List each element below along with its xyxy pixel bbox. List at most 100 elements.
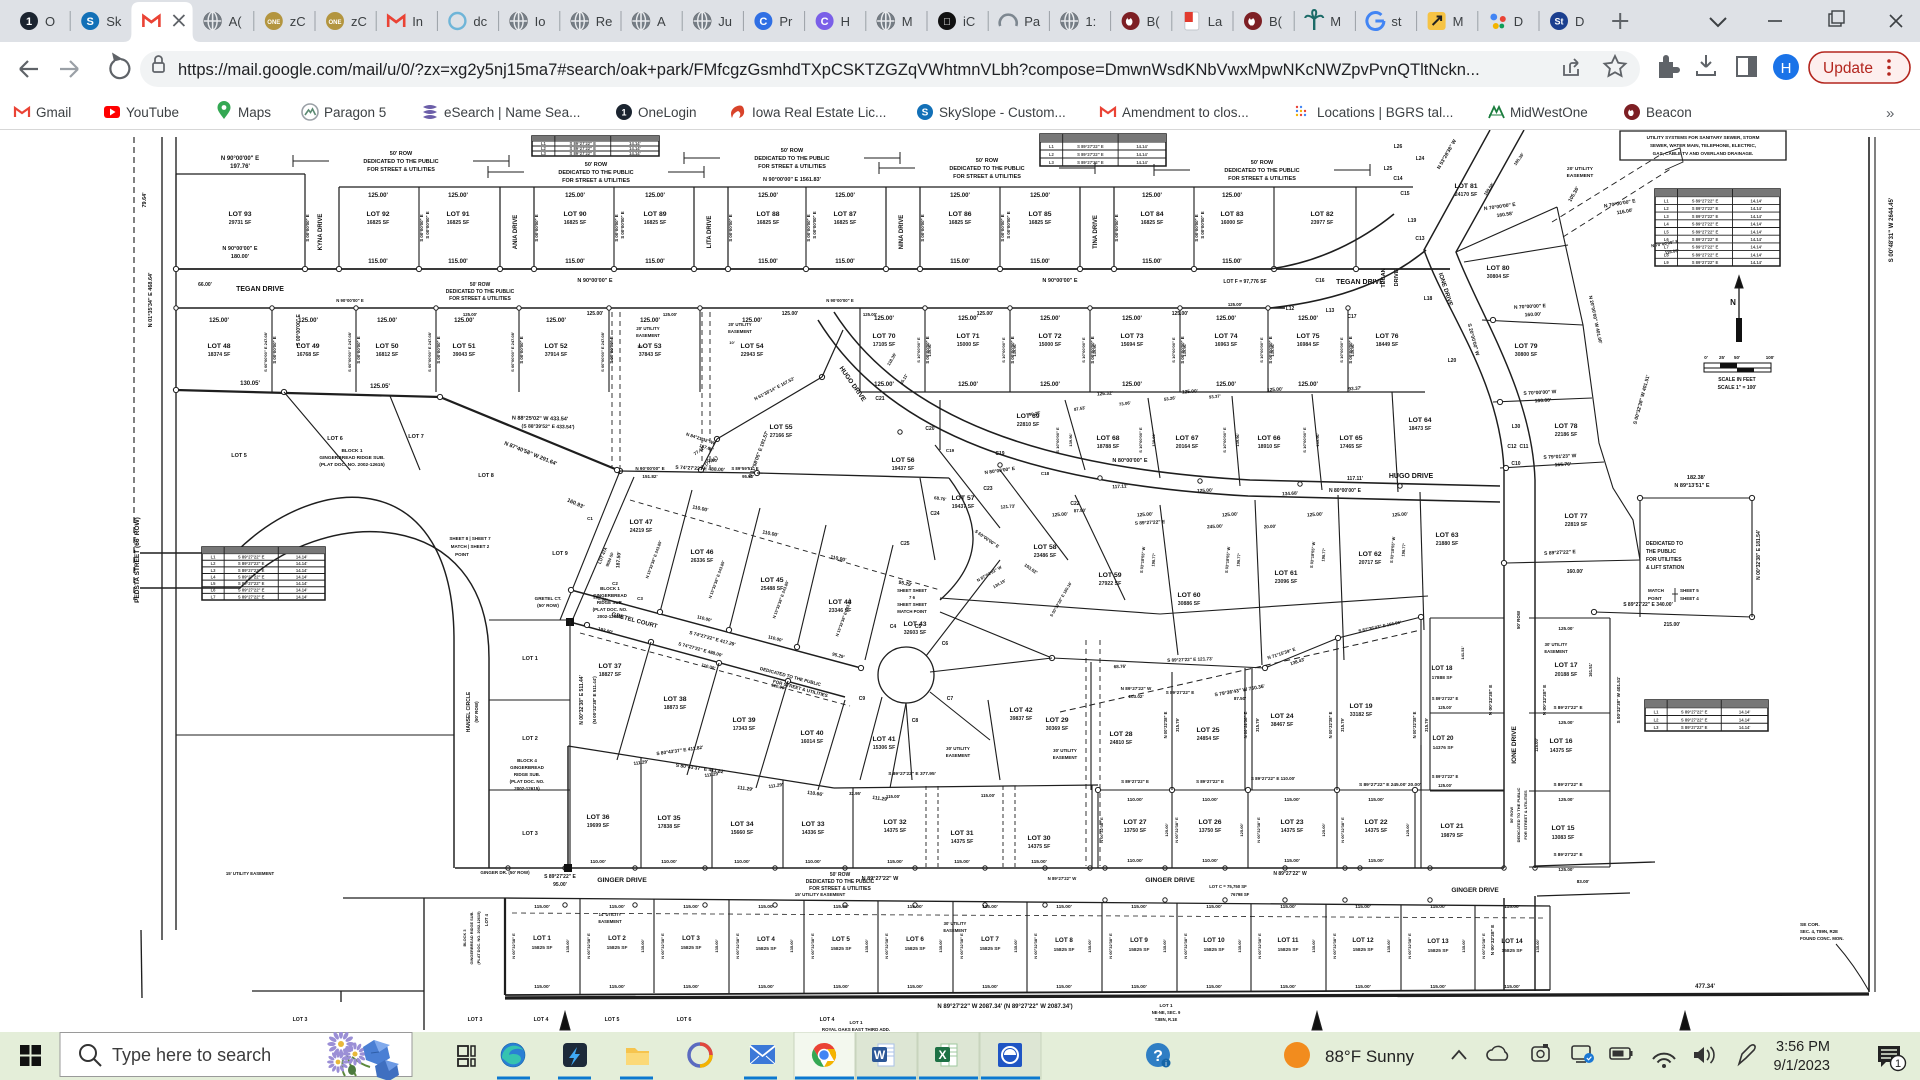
svg-text:L2: L2 [1664,206,1670,211]
svg-text:L8: L8 [1664,252,1670,257]
svg-text:L18: L18 [1424,296,1433,302]
svg-text:S 10°00'00" E: S 10°00'00" E [1259,337,1264,363]
svg-text:125.00': 125.00' [1216,382,1236,388]
svg-text:N 00°32'38" E: N 00°32'38" E [1488,684,1494,715]
svg-text:LOT 91: LOT 91 [446,211,469,218]
svg-text:LOT 87: LOT 87 [833,211,856,218]
svg-text:125.00': 125.00' [463,312,477,317]
svg-text:N 89°27'22" W: N 89°27'22" W [1048,876,1078,881]
svg-text:115.00': 115.00' [1206,984,1222,990]
svg-text:LOT 20: LOT 20 [1433,735,1455,742]
svg-text:EASEMENT: EASEMENT [1567,173,1594,179]
svg-text:125.00': 125.00' [874,316,894,322]
svg-text:N 89°27'22" W: N 89°27'22" W [1273,871,1307,877]
svg-text:L7: L7 [1664,245,1670,250]
svg-text:OneLogin: OneLogin [638,105,697,120]
svg-text:115.00': 115.00' [887,859,903,865]
svg-text:197.76': 197.76' [230,164,250,170]
svg-text:S 00°00'00" E: S 00°00'00" E [1194,214,1199,241]
svg-text:LOT 22: LOT 22 [1364,819,1387,826]
svg-text:125.00': 125.00' [640,318,660,324]
svg-text:134.68': 134.68' [1282,491,1298,498]
svg-text:30' UTILITY: 30' UTILITY [1545,642,1568,647]
svg-text:LOT 25: LOT 25 [1196,727,1219,734]
svg-text:S 89°27'22" E: S 89°27'22" E [570,151,597,156]
svg-text:L2: L2 [1654,717,1660,722]
svg-text:15825 SF: 15825 SF [1054,947,1075,953]
svg-text:LOT 60: LOT 60 [1177,592,1200,599]
svg-text:1: 1 [621,108,626,118]
svg-text:S 10°00'00" E: S 10°00'00" E [1302,427,1307,453]
svg-text:135.00': 135.00' [1237,939,1242,952]
svg-text:135.00': 135.00' [1162,939,1167,952]
svg-text:BLOCK 4: BLOCK 4 [517,758,537,763]
svg-text:115.00': 115.00' [1368,858,1384,864]
svg-text:DEDICATED TO THE PUBLIC: DEDICATED TO THE PUBLIC [754,156,829,162]
svg-text:LOT 2: LOT 2 [522,736,538,742]
svg-text:115.00': 115.00' [1131,984,1147,990]
svg-text:M: M [1453,14,1464,29]
svg-text:125.00': 125.00' [565,193,585,199]
svg-text:LOT 21: LOT 21 [1440,823,1463,830]
svg-text:LOT 15: LOT 15 [1551,825,1574,832]
svg-text:zC: zC [290,14,306,29]
svg-text:GAS, CABLE TV AND OVERLAND DRA: GAS, CABLE TV AND OVERLAND DRAINAGE. [1653,151,1754,156]
svg-text:19437 SF: 19437 SF [952,504,975,510]
svg-text:Iowa Real Estate Lic...: Iowa Real Estate Lic... [752,105,886,120]
svg-text:115.00': 115.00' [954,859,970,865]
svg-text:LOT 64: LOT 64 [1408,417,1431,424]
svg-text:1: 1 [1895,1058,1901,1070]
svg-text:LOT 54: LOT 54 [740,343,763,350]
svg-text:1: 1 [26,16,32,28]
svg-text:115.00': 115.00' [683,904,699,910]
svg-text:7 6: 7 6 [909,595,916,600]
svg-text:14375 SF: 14375 SF [1365,828,1388,834]
svg-text:16825 SF: 16825 SF [1029,220,1052,226]
svg-text:19699 SF: 19699 SF [587,823,610,829]
svg-text:115.00': 115.00' [534,904,550,910]
svg-text:50' ROW: 50' ROW [390,151,413,157]
svg-text:18449 SF: 18449 SF [1376,342,1399,348]
svg-text:125.00': 125.00' [1267,386,1283,393]
svg-text:30' UTILITY: 30' UTILITY [1053,748,1077,753]
svg-text:L12: L12 [1286,306,1295,312]
svg-text:125.00': 125.00' [835,193,855,199]
svg-text:39837 SF: 39837 SF [1010,716,1033,722]
svg-text:23096 SF: 23096 SF [1275,579,1298,585]
svg-text:S 00°00'00" E: S 00°00'00" E [1010,336,1015,363]
svg-text:GINGERBREAD: GINGERBREAD [510,765,545,770]
svg-text:L7: L7 [211,594,217,599]
svg-text:LOT 74: LOT 74 [1214,333,1237,340]
svg-text:115.00': 115.00' [1056,984,1072,990]
svg-text:(PLAT DOC. NO. 2002-12615): (PLAT DOC. NO. 2002-12615) [476,911,481,965]
svg-text:LOT 27: LOT 27 [1123,819,1146,826]
svg-text:18873 SF: 18873 SF [664,705,687,711]
svg-text:L4: L4 [211,574,217,579]
svg-text:LOT 14: LOT 14 [1501,938,1523,945]
svg-text:FOR STREET & UTILITIES: FOR STREET & UTILITIES [758,164,826,170]
svg-text:C20: C20 [925,426,934,432]
svg-text:14.14': 14.14' [296,568,307,573]
svg-text:LOT 4: LOT 4 [534,1017,549,1023]
svg-text:33182 SF: 33182 SF [1350,712,1373,718]
svg-text:S 89°27'22" E: S 89°27'22" E [238,588,265,593]
svg-text:S 89°27'22" E: S 89°27'22" E [1077,144,1104,149]
svg-text:32.95': 32.95' [849,791,861,796]
svg-text:315.79': 315.79' [1255,718,1260,732]
svg-text:LOT 85: LOT 85 [1028,211,1051,218]
svg-text:125.00': 125.00' [1438,783,1452,788]
svg-text:N 00°32'38" E: N 00°32'38" E [586,933,591,959]
svg-text:180.00': 180.00' [231,254,250,260]
svg-text:15825 SF: 15825 SF [1428,948,1449,954]
svg-text:30' UTILITY: 30' UTILITY [944,921,967,926]
svg-text:N 90°00'00" E: N 90°00'00" E [635,466,664,471]
svg-text:30369 SF: 30369 SF [1046,726,1069,732]
svg-text:115.00': 115.00' [758,984,774,990]
svg-text:125.00': 125.00' [209,318,229,324]
svg-text:Ju: Ju [718,14,732,29]
svg-text:S 89°27'22" E: S 89°27'22" E [1432,774,1459,779]
svg-text:NE-NE, SEC. 9: NE-NE, SEC. 9 [1152,1010,1181,1015]
svg-text:S 89°27'22" E: S 89°27'22" E [1553,852,1582,857]
svg-text:125.00': 125.00' [1558,626,1573,631]
svg-text:20717 SF: 20717 SF [1359,560,1382,566]
